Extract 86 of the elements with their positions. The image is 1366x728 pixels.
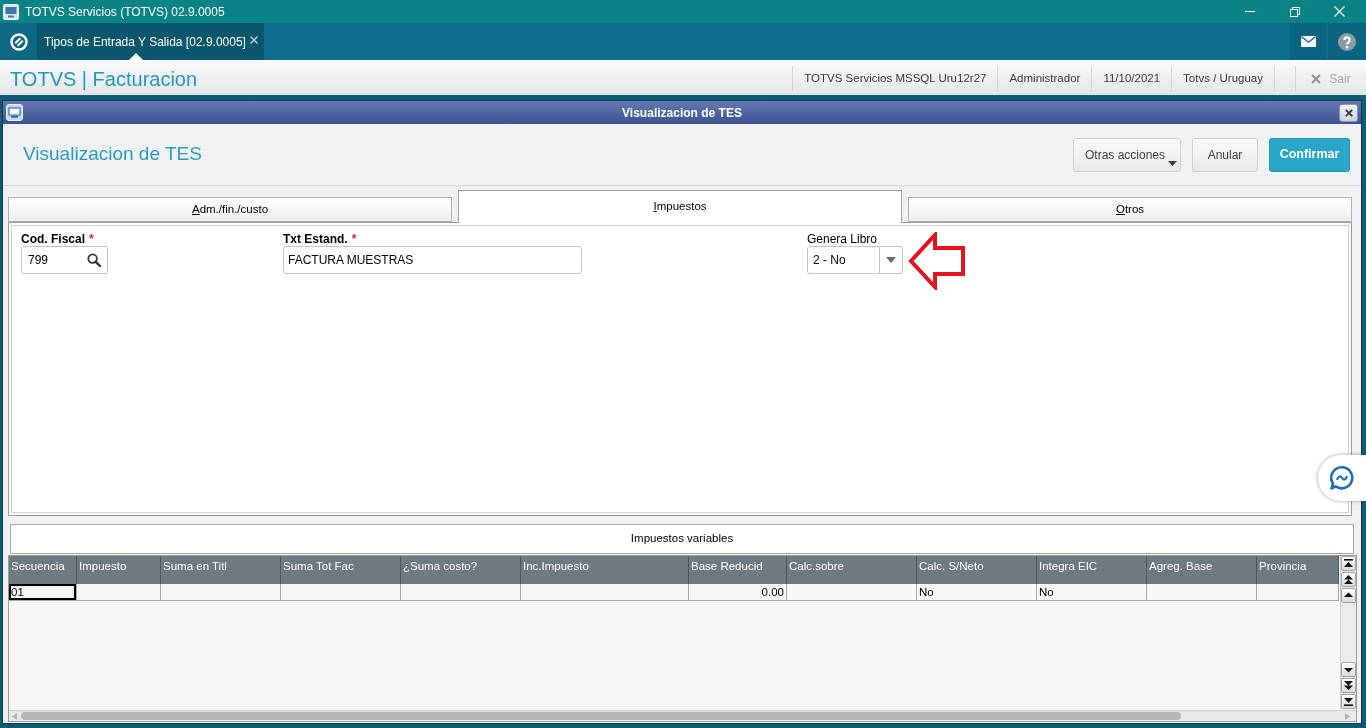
session-info: Administrador	[997, 66, 1092, 91]
envelope-icon	[1300, 36, 1316, 47]
left-arrow-icon	[908, 232, 966, 290]
field-label: Cod. Fiscal	[21, 231, 85, 248]
field-label: Genera Libro	[807, 231, 878, 248]
vertical-scrollbar[interactable]	[1340, 556, 1356, 709]
horizontal-scrollbar[interactable]	[9, 710, 1356, 721]
page-down-button[interactable]	[1341, 678, 1356, 693]
caret-down-icon	[886, 257, 896, 263]
input-field[interactable]: 799	[21, 246, 108, 274]
table-cell[interactable]: 01	[9, 584, 77, 601]
triangle-right-icon	[1345, 712, 1350, 720]
app-window-icon	[3, 3, 19, 20]
chat-bubble-icon	[1329, 465, 1355, 491]
column-header[interactable]: Provincia	[1257, 556, 1339, 584]
dialog-title: Visualizacion de TES	[622, 104, 742, 122]
triangle-down-icon	[1344, 665, 1353, 674]
table-cell[interactable]	[1147, 584, 1257, 601]
bar-triangle-down-icon	[1344, 697, 1353, 706]
module-title: TOTVS | Facturacion	[10, 66, 198, 92]
scroll-up-button[interactable]	[1341, 588, 1356, 603]
session-info: TOTVS Servicios MSSQL Uru12r27	[792, 66, 998, 91]
table-cell[interactable]: No	[917, 584, 1037, 601]
close-icon[interactable]	[249, 36, 258, 44]
dialog-close-button[interactable]	[1339, 103, 1358, 122]
required-asterisk: *	[351, 231, 357, 248]
caret-down-icon	[1168, 160, 1177, 166]
page-heading: Visualizacion de TES	[23, 142, 202, 167]
dropdown-field[interactable]: 2 - No	[807, 246, 903, 274]
double-triangle-down-icon	[1344, 681, 1353, 690]
session-info: Totvs / Uruguay	[1171, 66, 1275, 91]
app-tab[interactable]: Tipos de Entrada Y Salida [02.9.0005]	[37, 23, 264, 60]
ring-logo-icon	[9, 32, 28, 51]
column-header[interactable]: Impuesto	[77, 556, 161, 584]
help-button[interactable]	[1328, 23, 1366, 60]
column-header[interactable]: Suma Tot Fac	[281, 556, 401, 584]
triangle-up-icon	[1344, 591, 1353, 600]
restore-icon	[1289, 6, 1300, 17]
table-cell[interactable]	[1257, 584, 1339, 601]
table-cell[interactable]	[401, 584, 521, 601]
column-header[interactable]: Integra EIC	[1037, 556, 1147, 584]
table-cell[interactable]	[161, 584, 281, 601]
column-header[interactable]: ¿Suma costo?	[401, 556, 521, 584]
bar-triangle-up-icon	[1344, 559, 1353, 568]
scroll-top-button[interactable]	[1341, 556, 1356, 571]
session-info: 11/10/2021	[1091, 66, 1172, 91]
table-cell[interactable]	[521, 584, 689, 601]
monitor-icon	[6, 104, 23, 121]
table-cell[interactable]: No	[1037, 584, 1147, 601]
tab[interactable]: Adm./fin./custo	[8, 197, 452, 222]
close-icon	[1344, 108, 1353, 117]
tab[interactable]: Impuestos	[458, 190, 902, 223]
action-button[interactable]: Otras acciones	[1073, 137, 1181, 172]
table-cell[interactable]	[77, 584, 161, 601]
column-header[interactable]: Agreg. Base	[1147, 556, 1257, 584]
action-button[interactable]: Anular	[1192, 137, 1258, 172]
column-header[interactable]: Secuencia	[9, 556, 77, 584]
tab[interactable]: Otros	[908, 197, 1352, 222]
scroll-down-button[interactable]	[1341, 662, 1356, 677]
triangle-left-icon	[12, 712, 17, 720]
field-label: Txt Estand.	[283, 231, 348, 248]
scroll-bottom-button[interactable]	[1341, 694, 1356, 709]
search-icon[interactable]	[87, 253, 101, 267]
column-header[interactable]: Base Reducid	[689, 556, 787, 584]
action-button[interactable]: Confirmar	[1269, 137, 1350, 172]
home-button[interactable]	[0, 23, 37, 60]
mail-button[interactable]	[1290, 23, 1326, 60]
column-header[interactable]: Calc. S/Neto	[917, 556, 1037, 584]
column-header[interactable]: Calc.sobre	[787, 556, 917, 584]
required-asterisk: *	[89, 231, 94, 248]
minimize-icon	[1244, 11, 1255, 12]
table-cell[interactable]	[787, 584, 917, 601]
window-title: TOTVS Servicios (TOTVS) 02.9.0005	[25, 3, 225, 21]
column-header[interactable]: Inc.Impuesto	[521, 556, 689, 584]
scrollbar-thumb[interactable]	[21, 712, 1181, 720]
input-field[interactable]: FACTURA MUESTRAS	[283, 246, 582, 274]
double-triangle-up-icon	[1344, 575, 1353, 584]
table-cell[interactable]	[281, 584, 401, 601]
close-icon	[1311, 73, 1322, 84]
question-circle-icon	[1338, 32, 1356, 51]
table-cell[interactable]: 0.00	[689, 584, 787, 601]
close-icon	[1334, 6, 1345, 17]
page-up-button[interactable]	[1341, 572, 1356, 587]
chat-button[interactable]	[1318, 455, 1366, 501]
column-header[interactable]: Suma en Titl	[161, 556, 281, 584]
grid-title: Impuestos variables	[10, 524, 1354, 554]
